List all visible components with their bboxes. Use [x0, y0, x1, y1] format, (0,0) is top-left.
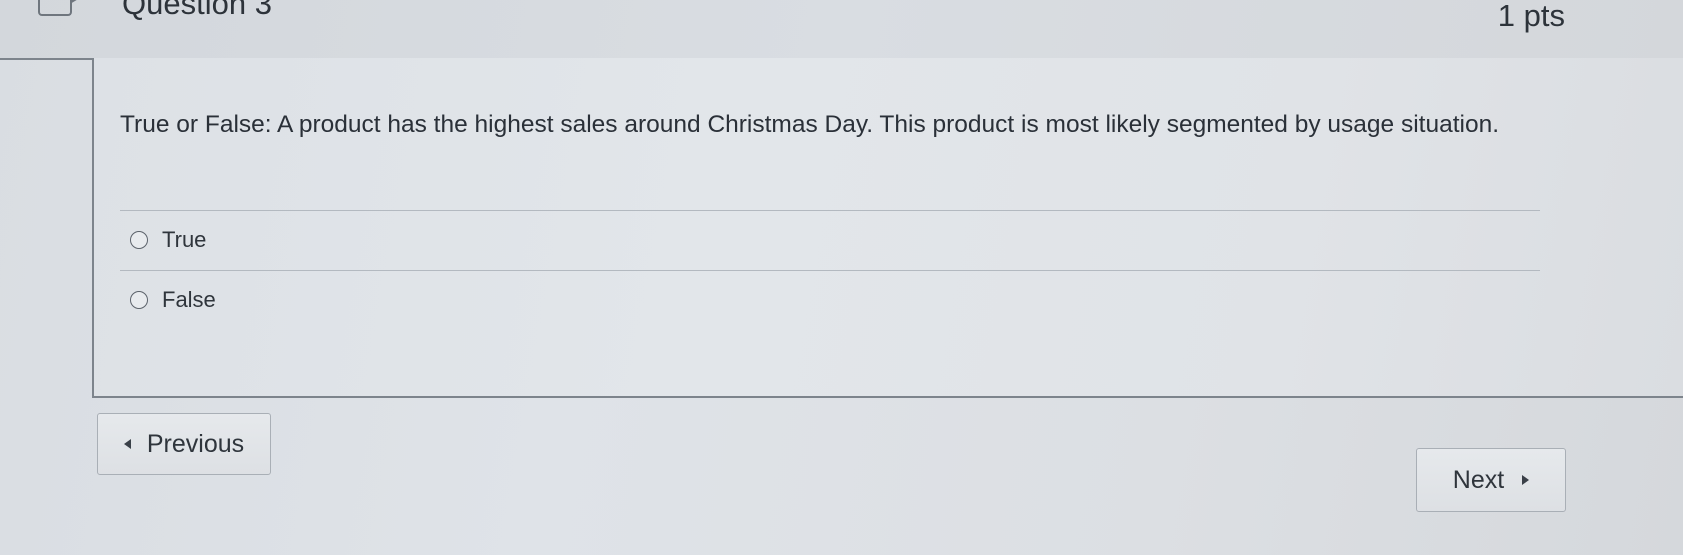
answer-option-true[interactable]: True	[130, 225, 206, 255]
previous-button[interactable]: Previous	[97, 413, 271, 475]
question-header: Question 3 1 pts	[0, 0, 1683, 60]
caret-left-icon	[123, 439, 131, 449]
answer-divider	[120, 270, 1540, 271]
answer-option-false[interactable]: False	[130, 285, 216, 315]
question-points: 1 pts	[1497, 0, 1565, 33]
answer-label-false: False	[162, 287, 216, 312]
question-title: Question 3	[122, 0, 272, 21]
answer-divider	[120, 210, 1540, 211]
radio-button-false[interactable]	[130, 291, 148, 309]
answer-label-true: True	[162, 227, 207, 252]
question-text: True or False: A product has the highest…	[120, 111, 1500, 138]
next-button-label: Next	[1452, 465, 1505, 494]
question-body: True or False: A product has the highest…	[92, 58, 1683, 398]
flag-question-icon[interactable]	[38, 0, 80, 16]
previous-button-label: Previous	[146, 429, 245, 458]
next-button[interactable]: Next	[1416, 448, 1566, 512]
radio-button-true[interactable]	[130, 231, 148, 249]
caret-right-icon	[1522, 475, 1530, 485]
